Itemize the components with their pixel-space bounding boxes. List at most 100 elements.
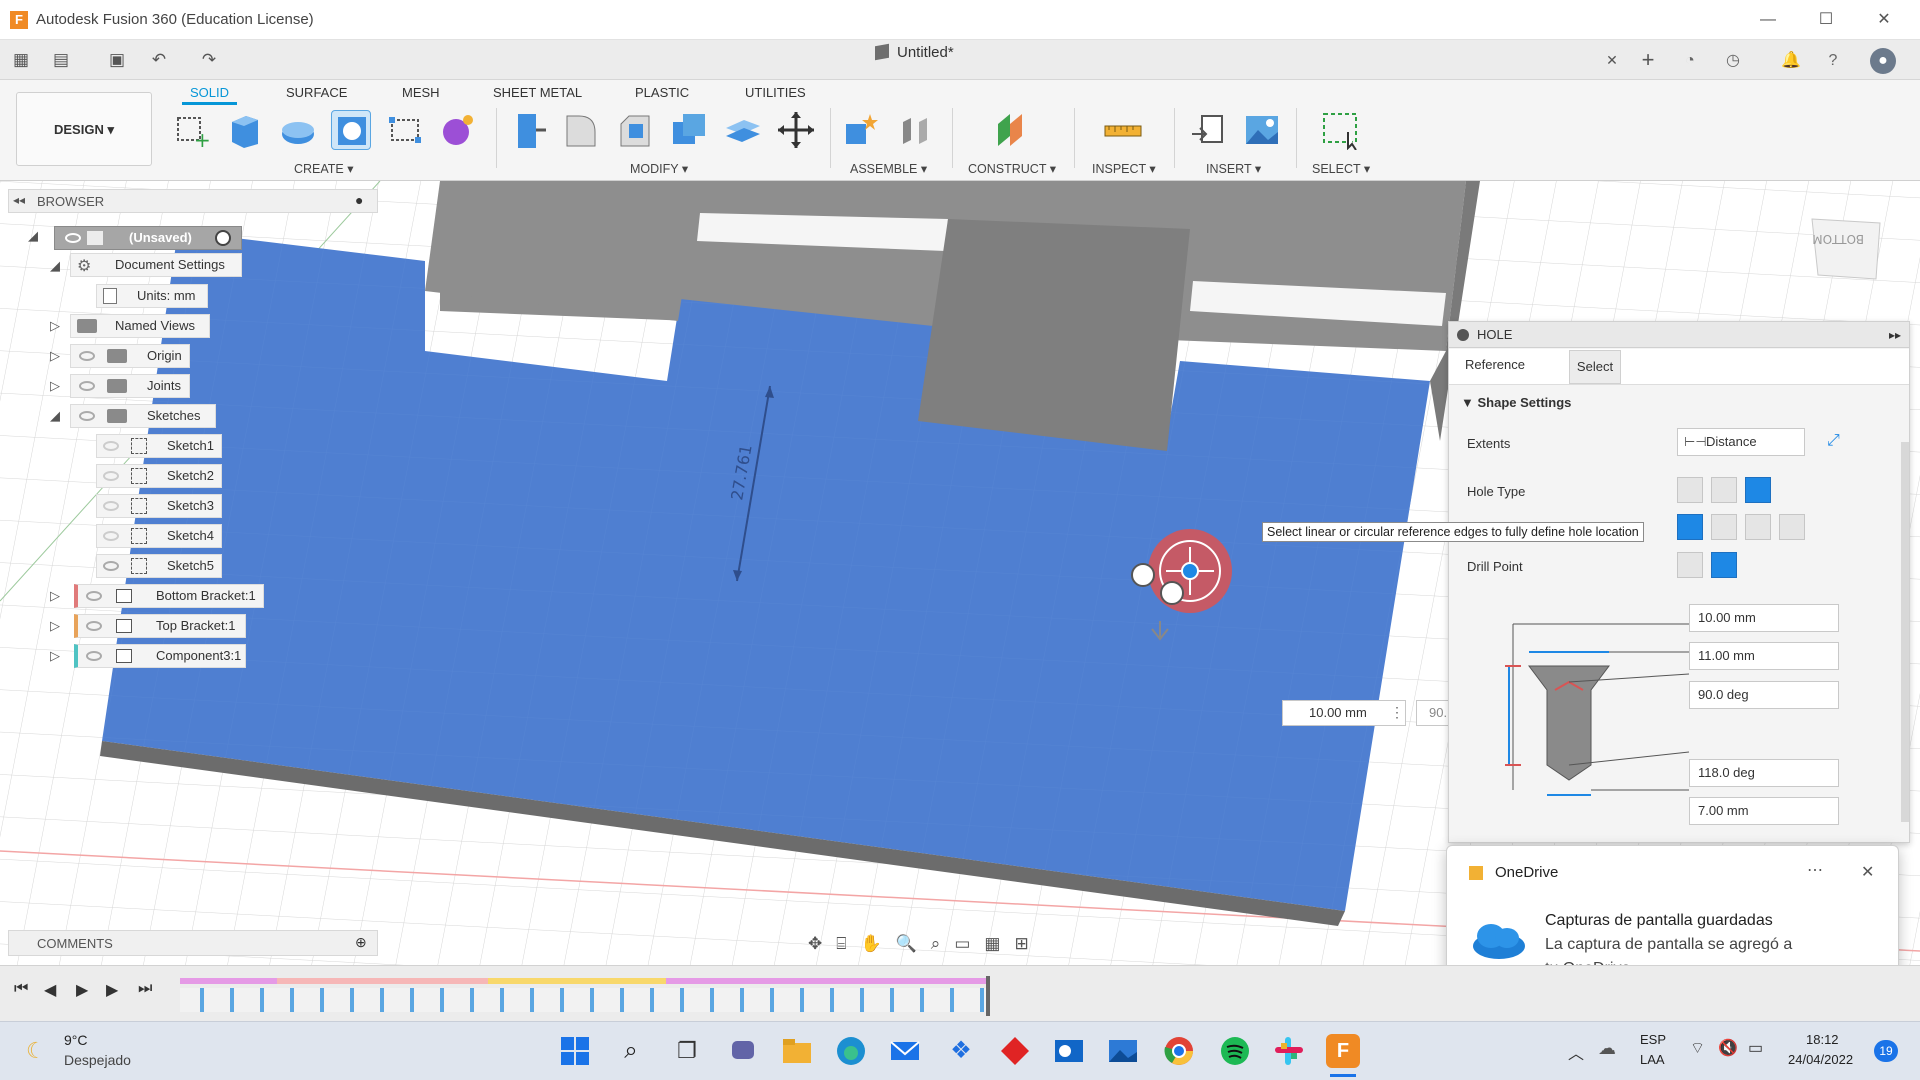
dialog-scrollbar[interactable] [1901,442,1909,822]
tree-sketch4[interactable]: Sketch4 [96,524,222,548]
expand-icon[interactable]: ▷ [48,378,62,394]
volume-muted-icon[interactable]: 🔇 [1718,1038,1738,1058]
tree-sketches[interactable]: Sketches [70,404,216,428]
tree-sketch2[interactable]: Sketch2 [96,464,222,488]
timeline-features[interactable] [180,988,990,1012]
tree-sketch5[interactable]: Sketch5 [96,554,222,578]
look-at-icon[interactable]: ⌸ [836,934,846,954]
tab-utilities[interactable]: UTILITIES [745,85,806,100]
tap-taper-icon[interactable] [1779,514,1805,540]
onedrive-tray-icon[interactable]: ☁ [1598,1038,1616,1059]
measure-icon[interactable] [1103,110,1143,150]
hole-tool-icon[interactable] [331,110,371,150]
redo-icon[interactable]: ↷ [198,49,220,71]
battery-icon[interactable]: ▭ [1748,1038,1763,1058]
counterbore-icon[interactable] [1711,477,1737,503]
extents-dropdown[interactable]: ⊢⊣ Distance [1677,428,1805,456]
form-icon[interactable] [438,110,478,150]
weather-moon-icon[interactable]: ☾ [26,1038,46,1064]
file-menu-icon[interactable]: ▤ [50,49,72,71]
modify-menu[interactable]: MODIFY ▾ [630,161,688,176]
chrome-icon[interactable] [1162,1034,1196,1068]
fillet-icon[interactable] [561,110,601,150]
assemble-menu[interactable]: ASSEMBLE ▾ [850,161,927,176]
step-forward-icon[interactable]: ▶ [106,980,118,1000]
tree-top-bracket[interactable]: Top Bracket:1 [74,614,246,638]
document-tab[interactable]: Untitled* [875,43,954,61]
start-icon[interactable] [558,1034,592,1068]
teams-chat-icon[interactable] [726,1034,760,1068]
drill-point-angle-input[interactable]: 118.0 deg [1689,759,1839,787]
fusion-taskbar-icon[interactable]: F [1326,1034,1360,1068]
angle-input[interactable]: 90. [1416,700,1452,726]
inspect-menu[interactable]: INSPECT ▾ [1092,161,1156,176]
tap-simple-icon[interactable] [1677,514,1703,540]
visibility-eye-icon[interactable] [103,561,119,571]
visibility-eye-icon[interactable] [86,621,102,631]
task-view-icon[interactable]: ❐ [670,1034,704,1068]
tab-solid[interactable]: SOLID [181,85,238,105]
angled-drill-icon[interactable] [1711,552,1737,578]
expand-icon[interactable]: ◢ [48,258,62,274]
press-pull-icon[interactable] [508,110,548,150]
countersink-diameter-input[interactable]: 10.00 mm [1689,604,1839,632]
toast-more-icon[interactable]: ⋯ [1807,860,1823,880]
step-back-icon[interactable]: ◀ [44,980,56,1000]
visibility-eye-icon[interactable] [79,381,95,391]
hole-center-handle[interactable] [1181,562,1199,580]
file-explorer-icon[interactable] [780,1034,814,1068]
workspace-switcher[interactable]: DESIGN ▾ [16,92,152,166]
hidden-eye-icon[interactable] [103,471,119,481]
collapse-browser-icon[interactable]: ◂◂ [13,193,25,207]
hidden-eye-icon[interactable] [103,531,119,541]
visibility-eye-icon[interactable] [79,411,95,421]
display-settings-icon[interactable]: ▭ [954,934,970,954]
dropbox-icon[interactable]: ❖ [944,1034,978,1068]
add-comment-icon[interactable]: ⊕ [355,934,367,951]
pattern-icon[interactable] [384,110,424,150]
visibility-eye-icon[interactable] [86,591,102,601]
flat-drill-icon[interactable] [1677,552,1703,578]
new-tab-icon[interactable]: + [1637,49,1659,71]
browser-header[interactable]: ◂◂ BROWSER ● [8,189,378,213]
extrude-icon[interactable] [224,110,264,150]
clock-date[interactable]: 24/04/2022 [1788,1052,1853,1067]
tree-component3[interactable]: Component3:1 [74,644,246,668]
reference-select-button[interactable]: Select [1569,350,1621,384]
combine-icon[interactable] [722,110,762,150]
tree-units[interactable]: Units: mm [96,284,208,308]
close-window-button[interactable]: ✕ [1864,6,1904,34]
root-node[interactable]: (Unsaved) [54,226,242,250]
new-component-icon[interactable] [842,110,882,150]
position-handle[interactable] [1131,563,1155,587]
apps-grid-icon[interactable]: ▦ [10,49,32,71]
tree-named-views[interactable]: Named Views [70,314,210,338]
rotate-handle[interactable] [1160,581,1184,605]
photos-icon[interactable] [1106,1034,1140,1068]
shape-settings-section[interactable]: ▼ Shape Settings [1461,395,1571,410]
show-hidden-icons[interactable]: ︿ [1568,1040,1584,1064]
more-options-icon[interactable]: ⋮ [1390,704,1404,721]
collapse-icon[interactable]: ◢ [48,408,62,424]
create-menu[interactable]: CREATE ▾ [294,161,354,176]
tab-mesh[interactable]: MESH [402,85,440,100]
tree-joints[interactable]: Joints [70,374,190,398]
shell-icon[interactable] [669,110,709,150]
tree-bottom-bracket[interactable]: Bottom Bracket:1 [74,584,264,608]
countersink-icon[interactable] [1745,477,1771,503]
weather-temp[interactable]: 9°C [64,1032,88,1048]
expand-icon[interactable]: ▷ [48,648,62,664]
user-avatar[interactable]: ● [1870,48,1896,74]
maximize-button[interactable]: ☐ [1806,6,1846,34]
activate-radio-icon[interactable] [215,230,231,246]
viewcube[interactable] [1811,218,1881,280]
clock-time[interactable]: 18:12 [1806,1032,1839,1047]
language-top[interactable]: ESP [1640,1032,1666,1047]
go-to-end-icon[interactable]: ⏭ [138,980,152,998]
edge-browser-icon[interactable] [834,1034,868,1068]
expand-icon[interactable]: ▷ [48,348,62,364]
tree-sketch3[interactable]: Sketch3 [96,494,222,518]
visibility-eye-icon[interactable] [65,233,81,243]
extensions-icon[interactable]: ◔ [1677,48,1703,74]
help-icon[interactable]: ? [1820,48,1846,74]
